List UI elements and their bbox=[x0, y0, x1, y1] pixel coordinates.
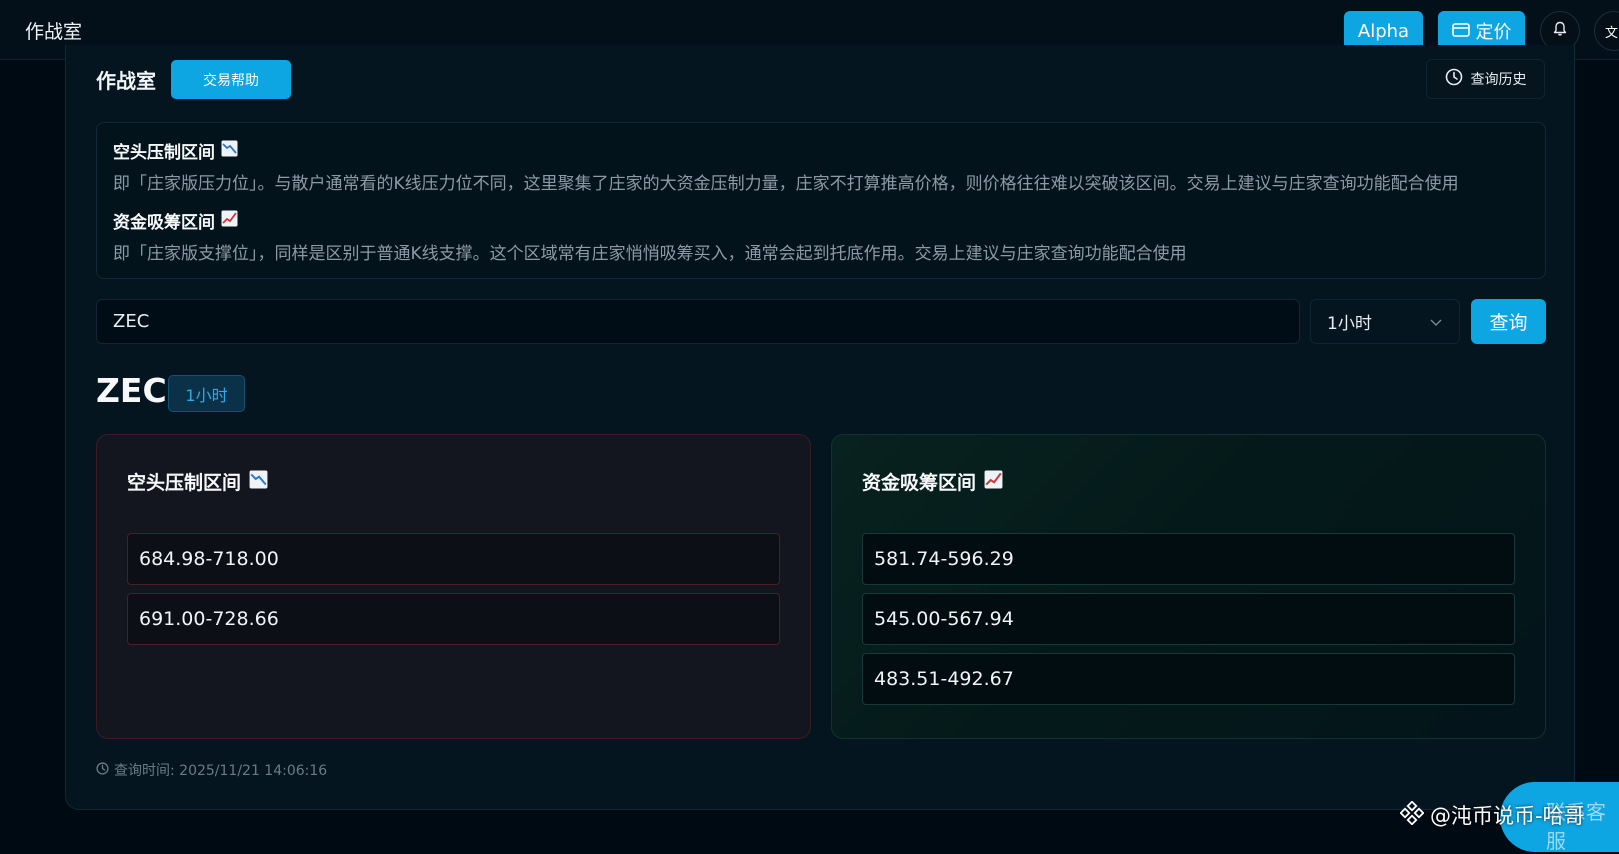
query-history-button[interactable]: 查询历史 bbox=[1426, 59, 1545, 99]
clock-icon bbox=[96, 761, 109, 779]
bell-icon bbox=[1553, 21, 1567, 41]
result-symbol: ZEC bbox=[96, 371, 167, 410]
info-box: 空头压制区间 即「庄家版压力位」。与散户通常看的K线压力位不同，这里聚集了庄家的… bbox=[96, 122, 1546, 279]
bear-zone-description: 即「庄家版压力位」。与散户通常看的K线压力位不同，这里聚集了庄家的大资金压制力量… bbox=[113, 174, 1459, 194]
timeframe-select-value: 1小时 bbox=[1327, 314, 1372, 334]
bull-zone-item: 545.00-567.94 bbox=[862, 593, 1515, 645]
watermark-text: @沌币说币-哈哥 bbox=[1430, 804, 1585, 828]
chevron-down-icon bbox=[1429, 312, 1443, 332]
watermark: @沌币说币-哈哥 bbox=[1399, 799, 1585, 830]
clock-icon bbox=[1445, 68, 1463, 90]
bull-zone-item: 483.51-492.67 bbox=[862, 653, 1515, 705]
bear-zone-panel: 空头压制区间 684.98-718.00 691.00-728.66 bbox=[96, 434, 811, 739]
query-button-label: 查询 bbox=[1489, 312, 1528, 334]
bear-panel-title-text: 空头压制区间 bbox=[127, 472, 242, 494]
query-timestamp-text: 查询时间: 2025/11/21 14:06:16 bbox=[114, 763, 328, 779]
bear-zone-item: 691.00-728.66 bbox=[127, 593, 780, 645]
chart-up-icon bbox=[221, 210, 238, 232]
bull-panel-title-text: 资金吸筹区间 bbox=[862, 472, 977, 494]
binance-logo-icon bbox=[1399, 799, 1425, 830]
symbol-search-input[interactable] bbox=[96, 299, 1300, 344]
bear-zone-heading: 空头压制区间 bbox=[113, 138, 238, 163]
alpha-button-label: Alpha bbox=[1357, 20, 1410, 42]
app-title: 作战室 bbox=[25, 21, 83, 43]
page-title: 作战室 bbox=[96, 69, 156, 93]
bear-panel-title: 空头压制区间 bbox=[127, 468, 268, 495]
chart-up-icon bbox=[984, 470, 1003, 494]
trading-help-button[interactable]: 交易帮助 bbox=[171, 60, 291, 99]
card-icon bbox=[1451, 21, 1470, 42]
chart-down-icon bbox=[221, 140, 238, 162]
bear-zone-heading-text: 空头压制区间 bbox=[113, 143, 215, 163]
query-history-label: 查询历史 bbox=[1470, 72, 1527, 88]
bull-zone-panel: 资金吸筹区间 581.74-596.29 545.00-567.94 483.5… bbox=[831, 434, 1546, 739]
bull-zone-heading-text: 资金吸筹区间 bbox=[113, 213, 215, 233]
chart-down-icon bbox=[249, 470, 268, 494]
query-timestamp: 查询时间: 2025/11/21 14:06:16 bbox=[96, 760, 327, 780]
language-button[interactable]: 文 bbox=[1594, 11, 1619, 51]
timeframe-select[interactable]: 1小时 bbox=[1310, 299, 1460, 344]
bull-zone-description: 即「庄家版支撑位」，同样是区别于普通K线支撑。这个区域常有庄家悄悄吸筹买入，通常… bbox=[113, 244, 1187, 264]
trading-help-label: 交易帮助 bbox=[203, 72, 259, 89]
bull-zone-heading: 资金吸筹区间 bbox=[113, 208, 238, 233]
query-button[interactable]: 查询 bbox=[1471, 299, 1546, 344]
timeframe-badge: 1小时 bbox=[168, 375, 245, 412]
pricing-button-label: 定价 bbox=[1475, 22, 1512, 43]
bull-zone-item: 581.74-596.29 bbox=[862, 533, 1515, 585]
bull-panel-title: 资金吸筹区间 bbox=[862, 468, 1003, 495]
translate-icon: 文 bbox=[1605, 25, 1619, 41]
bear-zone-item: 684.98-718.00 bbox=[127, 533, 780, 585]
